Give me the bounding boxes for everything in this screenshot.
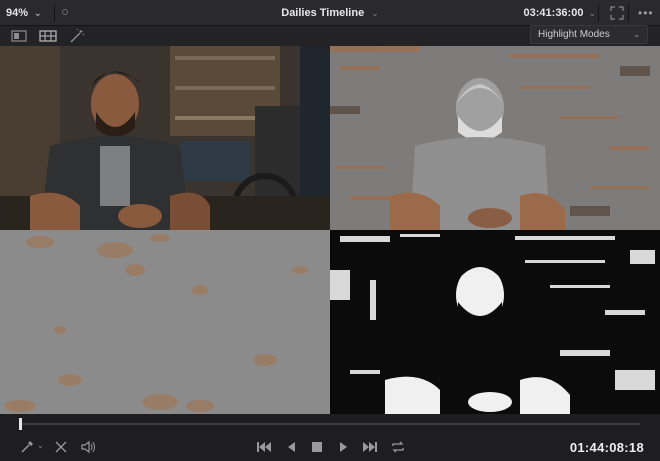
scrubber-track[interactable] xyxy=(20,423,640,425)
play-reverse-icon[interactable] xyxy=(285,440,297,454)
highlight-modes-dropdown[interactable]: Highlight Modes ⌄ xyxy=(530,25,648,44)
transport-controls: ⌄ 01:44:08:18 xyxy=(0,434,660,461)
stop-icon[interactable] xyxy=(311,440,323,454)
fullscreen-icon[interactable] xyxy=(610,6,624,20)
highlight-bw-image xyxy=(330,230,660,414)
timeline-name: Dailies Timeline xyxy=(281,7,365,19)
playhead-timecode[interactable]: 01:44:08:18 xyxy=(570,434,644,461)
viewer-canvas[interactable] xyxy=(0,46,660,414)
highlight-modes-label: Highlight Modes xyxy=(538,29,610,40)
picker-tool-icon[interactable] xyxy=(20,440,34,454)
source-timecode[interactable]: 03:41:36:00 ⌄ xyxy=(524,0,596,26)
skip-to-end-icon[interactable] xyxy=(362,440,378,454)
divider xyxy=(598,4,599,22)
highlight-mask-color-image xyxy=(0,230,330,414)
split-screen-icon[interactable] xyxy=(39,29,57,43)
chevron-down-icon: ⌄ xyxy=(371,7,379,18)
viewer-header: 94% ⌄ Dailies Timeline ⌄ 03:41:36:00 ⌄ •… xyxy=(0,0,660,26)
divider xyxy=(628,4,629,22)
speaker-icon[interactable] xyxy=(80,440,96,454)
chevron-down-icon[interactable]: ⌄ xyxy=(37,441,44,450)
original-image xyxy=(0,46,330,230)
scrubber-bar[interactable] xyxy=(0,414,660,434)
timecode-value: 03:41:36:00 xyxy=(523,7,584,19)
single-viewer-icon[interactable] xyxy=(11,29,27,43)
playhead[interactable] xyxy=(19,418,22,430)
chevron-down-icon: ⌄ xyxy=(633,30,640,39)
skip-to-start-icon[interactable] xyxy=(256,440,272,454)
loop-icon[interactable] xyxy=(390,440,406,454)
chevron-down-icon: ⌄ xyxy=(588,7,596,18)
unlink-icon[interactable] xyxy=(54,440,68,454)
play-icon[interactable] xyxy=(338,440,350,454)
magic-wand-icon[interactable] xyxy=(69,29,85,43)
more-options-icon[interactable]: ••• xyxy=(638,7,653,19)
highlight-difference-image xyxy=(330,46,660,230)
